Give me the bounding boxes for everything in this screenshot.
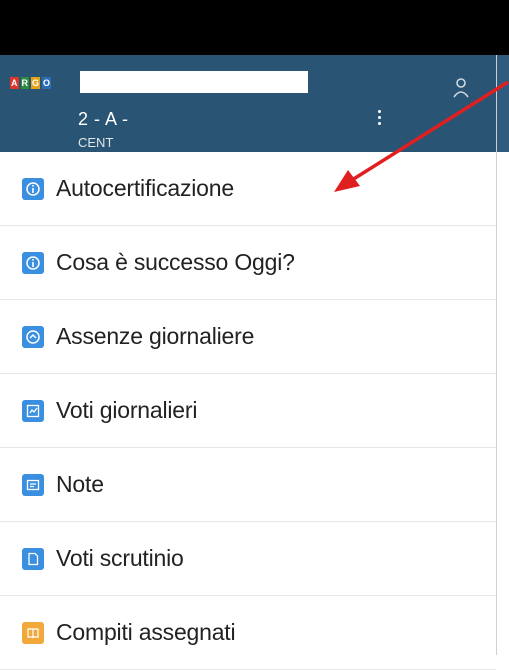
book-icon [22,621,44,644]
class-label-cut: CENT [78,135,114,150]
info-icon [22,251,44,274]
status-bar [0,0,509,55]
logo-letter: O [42,77,52,89]
menu-item-autocertificazione[interactable]: Autocertificazione [0,152,496,226]
menu-item-compiti-assegnati[interactable]: Compiti assegnati [0,596,496,670]
menu-item-label: Assenze giornaliere [56,323,255,349]
menu-item-voti-scrutinio[interactable]: Voti scrutinio [0,522,496,596]
logo-letter: G [31,77,41,89]
menu-item-label: Compiti assegnati [56,619,236,645]
user-icon[interactable] [452,77,470,99]
more-vert-icon[interactable] [376,107,382,129]
note-icon [22,473,44,496]
menu-item-label: Note [56,471,104,497]
logo-letter: A [10,77,19,89]
calendar-icon [22,325,44,348]
class-label: 2 - A - [78,109,129,129]
menu-item-cosa-e-successo-oggi[interactable]: Cosa è successo Oggi? [0,226,496,300]
menu-item-voti-giornalieri[interactable]: Voti giornalieri [0,374,496,448]
redacted-user-name [80,71,308,93]
argo-logo: A R G O [10,77,52,89]
menu-item-label: Cosa è successo Oggi? [56,249,295,275]
document-icon [22,547,44,570]
drawer-menu: Autocertificazione Cosa è successo Oggi?… [0,152,496,670]
menu-item-label: Voti giornalieri [56,397,198,423]
menu-item-label: Voti scrutinio [56,545,184,571]
menu-item-label: Autocertificazione [56,175,234,201]
menu-item-assenze-giornaliere[interactable]: Assenze giornaliere [0,300,496,374]
logo-letter: R [20,77,29,89]
menu-item-note[interactable]: Note [0,448,496,522]
background-content-edge [496,55,509,655]
info-icon [22,177,44,200]
grades-icon [22,399,44,422]
drawer-header: A R G O 2 - A - CENT [0,55,496,152]
